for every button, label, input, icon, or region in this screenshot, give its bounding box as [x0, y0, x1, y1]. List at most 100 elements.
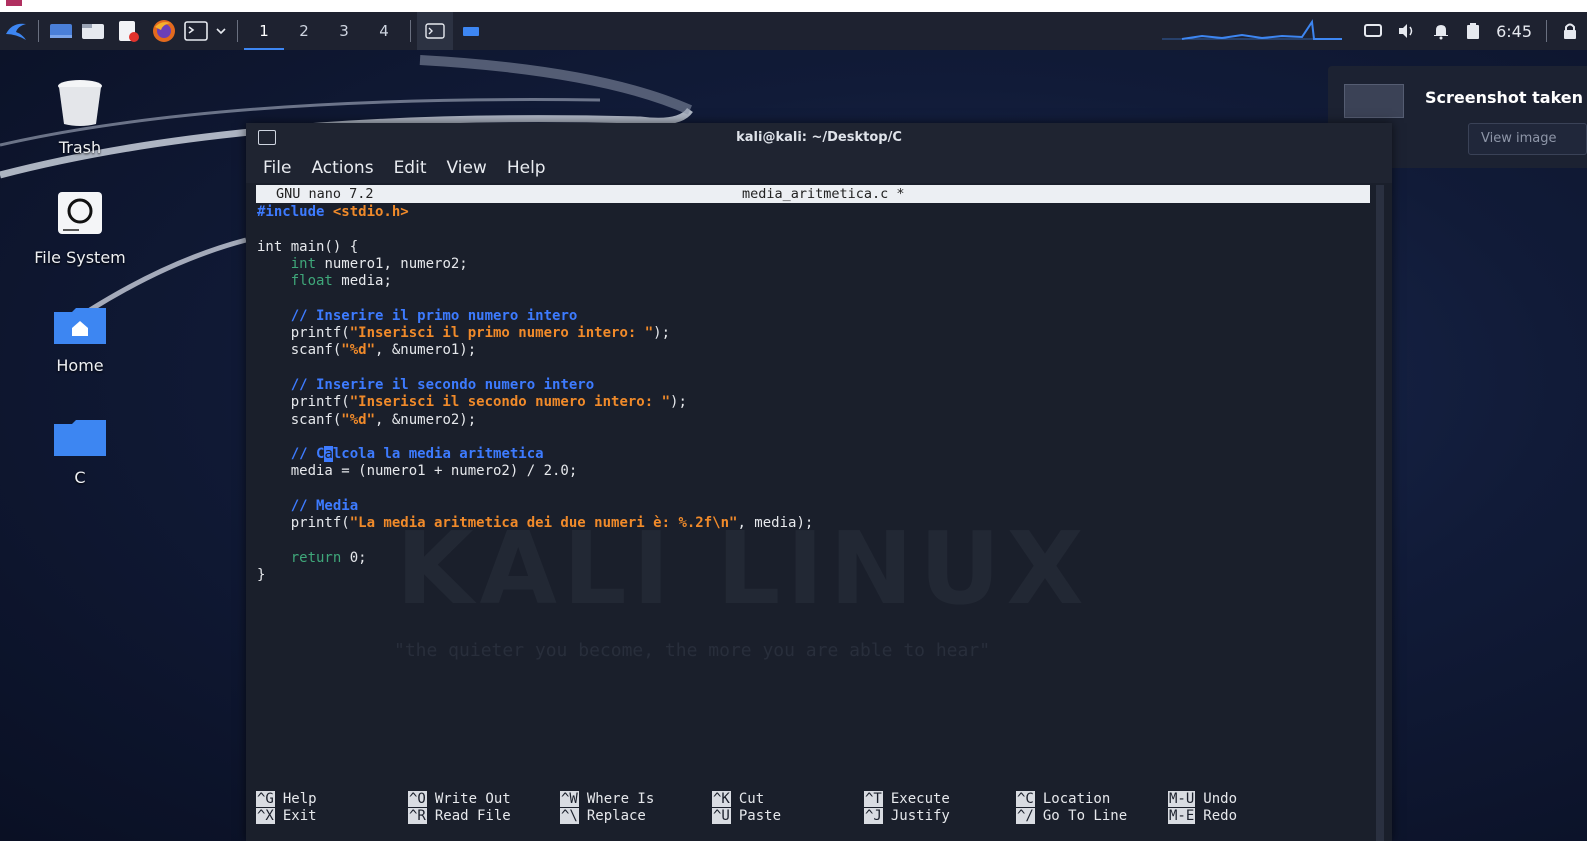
- taskbar-terminal-window-button[interactable]: [417, 12, 453, 50]
- window-title: kali@kali: ~/Desktop/C: [736, 130, 902, 145]
- shortcut-redo: M-E Redo: [1168, 808, 1237, 825]
- shortcut-help: ^G Help: [256, 791, 317, 808]
- menu-file[interactable]: File: [263, 158, 291, 178]
- panel-separator: [237, 20, 238, 42]
- wallpaper-tagline: "the quieter you become, the more you ar…: [394, 640, 991, 661]
- nano-shortcut-bar: ^G Help ^O Write Out ^W Where Is ^K Cut ^T Execut…: [256, 791, 1366, 827]
- home-folder-icon: [54, 308, 106, 344]
- top-panel: 1 2 3 4 6:45: [0, 12, 1587, 50]
- code-editor[interactable]: #include <stdio.h> int main() { int numer…: [257, 204, 813, 585]
- shortcut-label: Write Out: [434, 791, 511, 807]
- shortcut-key: ^/: [1016, 808, 1035, 824]
- shortcut-key: ^\: [560, 808, 579, 824]
- shortcut-read-file: ^R Read File: [408, 808, 511, 825]
- scrollbar[interactable]: [1376, 185, 1384, 841]
- code-line: float media;: [290, 273, 392, 290]
- shortcut-label: Exit: [282, 808, 317, 824]
- shortcut-label: Read File: [434, 808, 511, 824]
- lock-icon[interactable]: [1553, 12, 1587, 50]
- menu-bar: File Actions Edit View Help: [246, 153, 1392, 183]
- workspace-1[interactable]: 1: [244, 12, 284, 50]
- taskbar-window-button[interactable]: [453, 12, 489, 50]
- shortcut-key: ^O: [408, 791, 427, 807]
- desktop-icon-home[interactable]: Home: [15, 306, 145, 375]
- drive-icon: [58, 192, 102, 234]
- menu-actions[interactable]: Actions: [311, 158, 373, 178]
- nano-version: GNU nano 7.2: [276, 186, 374, 202]
- shortcut-paste: ^U Paste: [712, 808, 781, 825]
- terminal-window[interactable]: kali@kali: ~/Desktop/C File Actions Edit…: [246, 123, 1392, 841]
- menu-help[interactable]: Help: [507, 158, 546, 178]
- battery-icon[interactable]: [1458, 12, 1488, 50]
- desktop-icon-c[interactable]: C: [15, 418, 145, 487]
- shortcut-key: ^X: [256, 808, 275, 824]
- shortcut-replace: ^\ Replace: [560, 808, 646, 825]
- code-line: }: [257, 567, 266, 584]
- folder-icon: [54, 420, 106, 456]
- volume-icon[interactable]: [1390, 12, 1424, 50]
- shortcut-location: ^C Location: [1016, 791, 1110, 808]
- kali-menu-icon[interactable]: [0, 12, 32, 50]
- shortcut-key: ^R: [408, 808, 427, 824]
- shortcut-label: Location: [1042, 791, 1111, 807]
- code-line: int numero1, numero2;: [290, 255, 468, 272]
- shortcut-label: Help: [282, 791, 317, 807]
- shortcut-label: Where Is: [586, 791, 655, 807]
- bell-icon[interactable]: [1424, 12, 1458, 50]
- view-image-button[interactable]: View image: [1468, 123, 1587, 155]
- desktop-icon-label: Trash: [58, 138, 102, 157]
- desktop-icon-label: File System: [34, 248, 126, 267]
- shortcut-key: M-U: [1168, 791, 1196, 807]
- shortcut-key: M-E: [1168, 808, 1196, 824]
- nano-filename: media_aritmetica.c *: [742, 186, 905, 202]
- workspace-3[interactable]: 3: [324, 12, 364, 50]
- panel-separator: [1546, 20, 1547, 42]
- shortcut-key: ^T: [864, 791, 883, 807]
- screenshot-thumbnail: [1344, 84, 1404, 118]
- code-line: // Inserire il secondo numero intero: [290, 376, 595, 393]
- code-line: #include <stdio.h>: [257, 204, 409, 220]
- show-desktop-icon[interactable]: [45, 12, 77, 50]
- menu-edit[interactable]: Edit: [394, 158, 427, 178]
- desktop-icon-label: Home: [56, 356, 104, 375]
- code-line: media = (numero1 + numero2) / 2.0;: [257, 463, 578, 480]
- code-line: int main() {: [257, 238, 359, 255]
- code-line: scanf("%d", &numero1);: [257, 342, 477, 359]
- recording-marker: [6, 0, 22, 6]
- code-line: printf("La media aritmetica dei due nume…: [257, 515, 814, 532]
- menu-view[interactable]: View: [446, 158, 486, 178]
- shortcut-justify: ^J Justify: [864, 808, 950, 825]
- shortcut-key: ^G: [256, 791, 275, 807]
- text-editor-icon[interactable]: [109, 12, 147, 50]
- display-icon[interactable]: [1356, 12, 1390, 50]
- desktop-icon-file-system[interactable]: File System: [15, 190, 145, 267]
- cpu-graph-icon: [1162, 19, 1343, 40]
- shortcut-label: Undo: [1203, 791, 1238, 807]
- terminal-icon[interactable]: [181, 12, 211, 50]
- trash-icon: [58, 80, 102, 126]
- shortcut-key: ^J: [864, 808, 883, 824]
- clock[interactable]: 6:45: [1496, 22, 1532, 41]
- workspace-2[interactable]: 2: [284, 12, 324, 50]
- screen-top-strip: [0, 0, 1587, 12]
- firefox-icon[interactable]: [147, 12, 181, 50]
- window-titlebar[interactable]: kali@kali: ~/Desktop/C: [246, 123, 1392, 153]
- code-line: scanf("%d", &numero2);: [257, 411, 477, 428]
- desktop-icon-trash[interactable]: Trash: [15, 78, 145, 157]
- shortcut-write-out: ^O Write Out: [408, 791, 511, 808]
- shortcut-label: Replace: [586, 808, 646, 824]
- terminal-content[interactable]: KALI LINUX "the quieter you become, the …: [246, 185, 1392, 841]
- shortcut-label: Redo: [1203, 808, 1238, 824]
- file-manager-icon[interactable]: [77, 12, 109, 50]
- chevron-down-icon[interactable]: [211, 12, 231, 50]
- panel-separator: [410, 20, 411, 42]
- shortcut-key: ^K: [712, 791, 731, 807]
- shortcut-exit: ^X Exit: [256, 808, 317, 825]
- workspace-4[interactable]: 4: [364, 12, 404, 50]
- shortcut-undo: M-U Undo: [1168, 791, 1237, 808]
- shortcut-label: Paste: [738, 808, 782, 824]
